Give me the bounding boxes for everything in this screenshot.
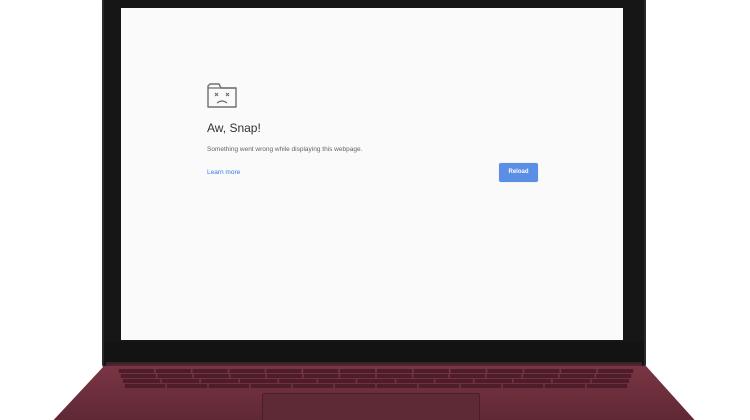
learn-more-link[interactable]: Learn more	[207, 169, 240, 176]
keyboard-key	[450, 369, 486, 373]
keyboard-key	[413, 369, 449, 373]
keyboard-key	[155, 369, 191, 373]
keyboard-key	[303, 369, 339, 373]
keyboard-key	[193, 374, 229, 378]
keyboard-key	[303, 374, 339, 378]
keyboard-key	[487, 369, 523, 373]
laptop-scene: Aw, Snap! Something went wrong while dis…	[0, 0, 750, 420]
keyboard-key	[502, 384, 544, 388]
keyboard-key	[513, 379, 552, 383]
reload-button[interactable]: Reload	[499, 163, 538, 182]
error-message: Something went wrong while displaying th…	[207, 146, 363, 153]
screen-bezel-bottom	[104, 342, 644, 364]
keyboard-key	[474, 379, 512, 383]
keyboard-key	[122, 379, 161, 383]
keyboard-key	[118, 369, 155, 373]
browser-screen: Aw, Snap! Something went wrong while dis…	[121, 8, 623, 340]
keyboard-key	[559, 374, 595, 378]
keyboard-key	[166, 384, 208, 388]
error-title: Aw, Snap!	[207, 121, 261, 135]
keyboard-key	[396, 379, 434, 383]
keyboard-key	[240, 379, 278, 383]
keyboard-key	[230, 374, 266, 378]
keyboard-key	[266, 369, 302, 373]
keyboard-key	[435, 379, 473, 383]
keyboard-key	[524, 369, 560, 373]
touchpad	[262, 393, 480, 420]
keyboard-key	[200, 379, 239, 383]
keyboard-key	[523, 374, 559, 378]
keyboard-key	[250, 384, 292, 388]
keyboard-key	[486, 374, 522, 378]
keyboard-key	[591, 379, 630, 383]
keyboard-key	[376, 374, 412, 378]
keyboard-key	[208, 384, 250, 388]
keyboard-key	[460, 384, 502, 388]
keyboard-key	[157, 374, 193, 378]
keyboard-key	[318, 379, 356, 383]
keyboard-key	[561, 369, 597, 373]
keyboard-key	[544, 384, 586, 388]
keyboard-key	[279, 379, 317, 383]
keyboard-key	[339, 369, 376, 373]
keyboard-key	[357, 379, 395, 383]
keyboard-key	[292, 384, 334, 388]
keyboard-key	[413, 374, 449, 378]
keyboard-key	[340, 374, 376, 378]
keyboard-key	[161, 379, 200, 383]
keyboard-keys	[118, 369, 634, 388]
keyboard-key	[334, 384, 376, 388]
keyboard-key	[597, 369, 634, 373]
keyboard-key	[124, 384, 166, 388]
sad-tab-icon	[207, 83, 237, 108]
keyboard-key	[552, 379, 591, 383]
keyboard-key	[418, 384, 460, 388]
keyboard-key	[267, 374, 303, 378]
keyboard-key	[229, 369, 265, 373]
keyboard-key	[376, 369, 413, 373]
keyboard-key	[586, 384, 628, 388]
keyboard-key	[376, 384, 418, 388]
keyboard-key	[449, 374, 485, 378]
keyboard-key	[596, 374, 632, 378]
keyboard-key	[192, 369, 228, 373]
keyboard-key	[120, 374, 156, 378]
